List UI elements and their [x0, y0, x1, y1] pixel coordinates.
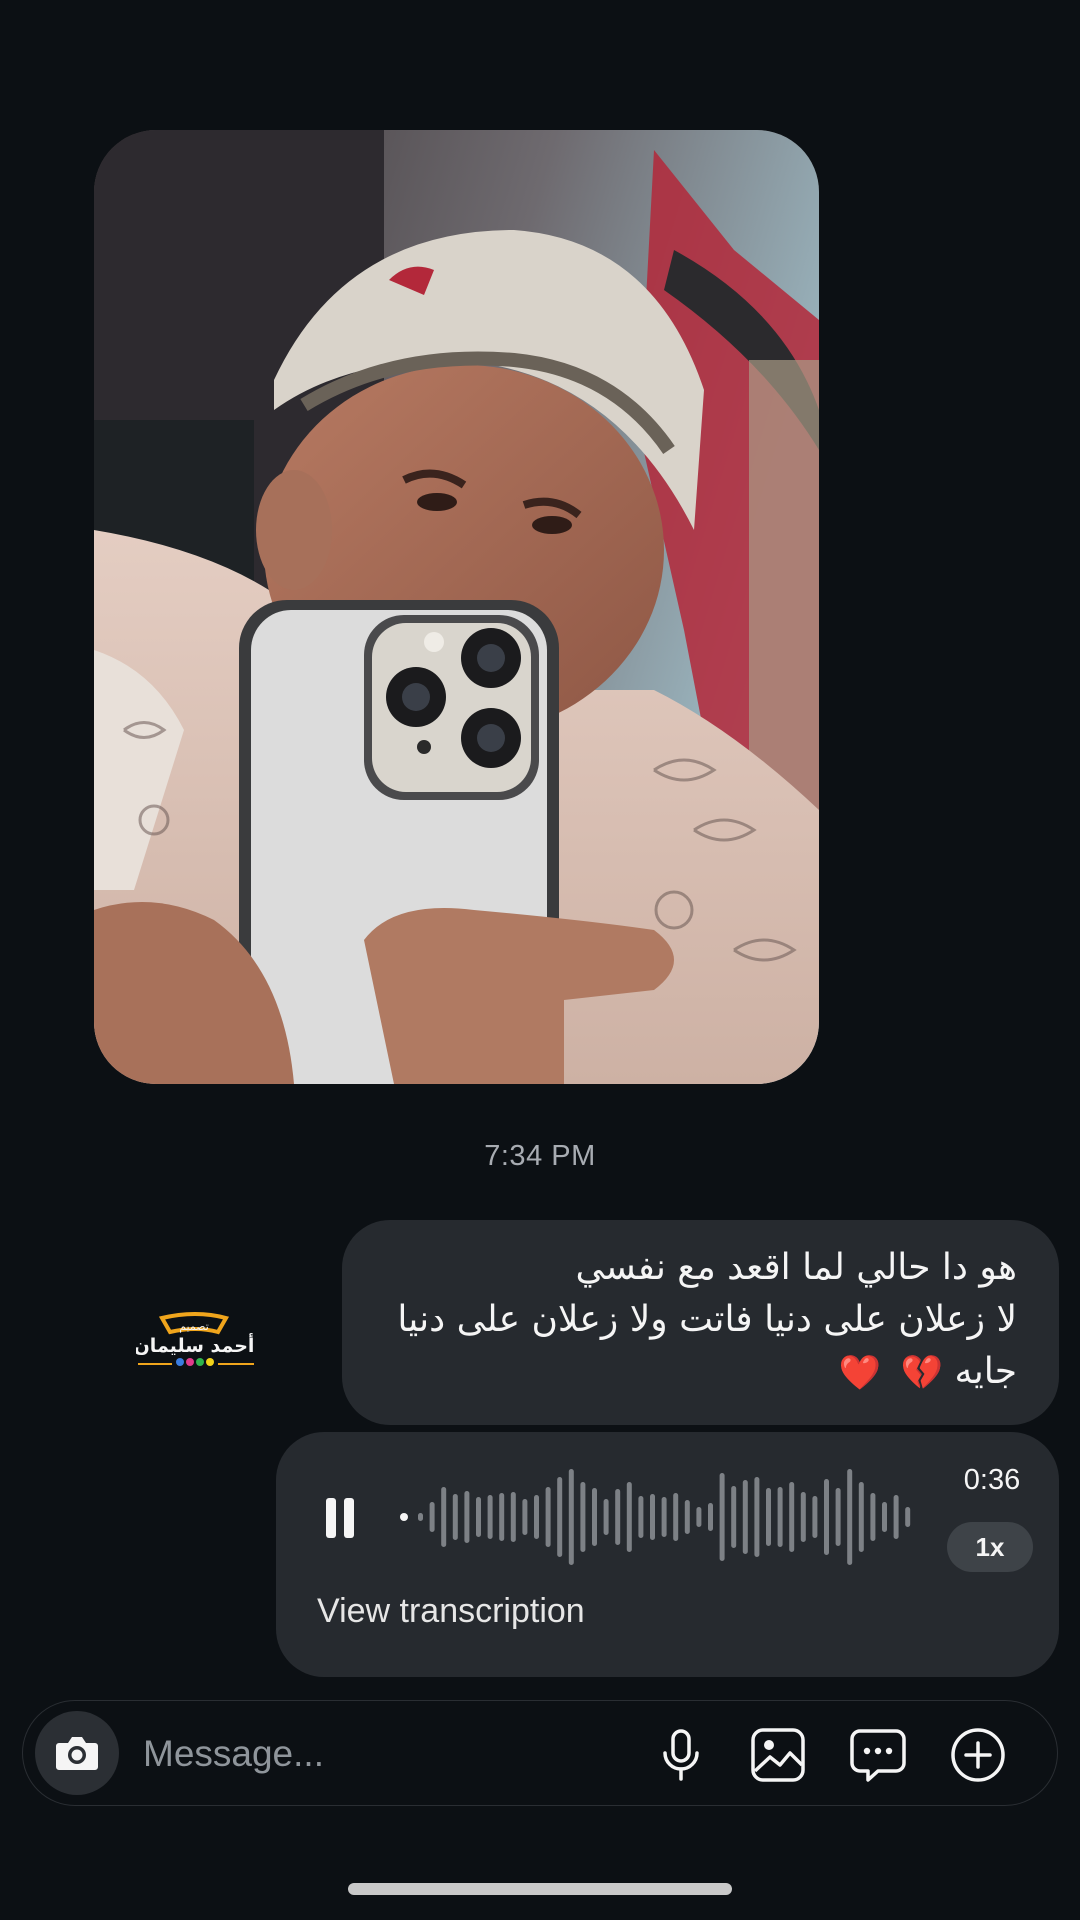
broken-heart-emoji: 💔 [900, 1353, 943, 1393]
waveform-bar [487, 1495, 493, 1539]
message-line-3: جايه 💔 ❤️ [372, 1346, 1017, 1399]
waveform-bar [499, 1493, 505, 1541]
waveform-bar [452, 1494, 458, 1540]
watermark-name: أحمد سليمان [136, 1333, 254, 1357]
dm-thread-screen: 7:34 PM تصميم أحمد سليمان هو دا حالي لما… [0, 0, 1080, 1920]
waveform-bar [731, 1486, 737, 1548]
message-line-3-text: جايه [954, 1351, 1017, 1392]
waveform-bar [464, 1491, 470, 1543]
playhead-dot [400, 1513, 408, 1521]
selfie-photo-image [94, 130, 819, 1084]
waveform-bar [708, 1503, 713, 1531]
waveform-bar [638, 1496, 644, 1538]
waveform-bar [766, 1488, 771, 1546]
waveform-bar [418, 1513, 423, 1521]
waveform-bar [557, 1477, 563, 1557]
waveform-bar [626, 1482, 632, 1552]
message-input[interactable] [141, 1727, 625, 1781]
waveform-bar [777, 1487, 783, 1547]
sent-text-message[interactable]: هو دا حالي لما اقعد مع نفسي لا زعلان على… [342, 1220, 1059, 1425]
waveform-bar [592, 1488, 597, 1546]
waveform-bar [650, 1494, 655, 1540]
camera-icon [56, 1737, 98, 1770]
audio-waveform[interactable] [396, 1462, 916, 1572]
waveform-bar [870, 1493, 876, 1541]
waveform-bar [893, 1495, 899, 1539]
voice-duration: 0:36 [963, 1464, 1021, 1496]
waveform-bar [545, 1487, 551, 1547]
waveform-bar [534, 1495, 539, 1539]
message-line-1: هو دا حالي لما اقعد مع نفسي [575, 1247, 1018, 1288]
waveform-bar [615, 1489, 621, 1545]
waveform-bar [800, 1492, 806, 1542]
waveform-bar [789, 1482, 795, 1552]
waveform-bar [742, 1480, 748, 1554]
gallery-icon[interactable] [748, 1725, 808, 1785]
waveform-bar [719, 1473, 725, 1561]
waveform-bar [673, 1493, 679, 1541]
waveform-bar [684, 1500, 690, 1534]
waveform-bar [580, 1482, 586, 1552]
red-heart-emoji: ❤️ [838, 1353, 882, 1393]
voice-message[interactable]: 0:36 1x View transcription [276, 1432, 1059, 1677]
waveform-bar [603, 1499, 609, 1535]
waveform-bar [661, 1497, 667, 1537]
playback-speed-button[interactable]: 1x [947, 1522, 1033, 1572]
photo-message[interactable] [94, 130, 819, 1084]
home-indicator[interactable] [348, 1883, 732, 1895]
message-composer [22, 1700, 1058, 1806]
plus-circle-icon[interactable] [948, 1725, 1008, 1785]
waveform-bar [522, 1499, 528, 1535]
pause-icon[interactable] [320, 1492, 360, 1544]
waveform-bar [754, 1477, 760, 1557]
watermark-top-text: تصميم [179, 1320, 209, 1333]
view-transcription-link[interactable]: View transcription [317, 1592, 585, 1631]
waveform-bar [858, 1482, 864, 1552]
waveform-bar [847, 1469, 853, 1565]
sticker-chat-icon[interactable] [848, 1725, 908, 1785]
microphone-icon[interactable] [651, 1725, 711, 1785]
waveform-bar [441, 1487, 447, 1547]
waveform-bar [429, 1502, 435, 1532]
waveform-bar [476, 1497, 481, 1537]
camera-button[interactable] [35, 1711, 119, 1795]
waveform-bar [510, 1492, 516, 1542]
waveform-bar [824, 1479, 829, 1555]
waveform-bar [812, 1496, 818, 1538]
message-line-2: لا زعلان على دنيا فاتت ولا زعلان على دني… [397, 1299, 1017, 1340]
waveform-bar [568, 1469, 574, 1565]
waveform-bar [905, 1507, 911, 1527]
message-timestamp: 7:34 PM [484, 1140, 596, 1172]
waveform-bar [696, 1507, 702, 1527]
designer-watermark-logo: تصميم أحمد سليمان [134, 1312, 256, 1370]
waveform-bar [835, 1488, 841, 1546]
waveform-bar [882, 1502, 887, 1532]
